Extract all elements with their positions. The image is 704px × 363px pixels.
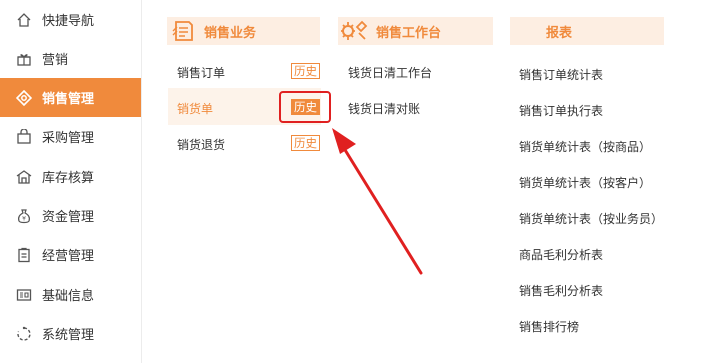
gift-icon — [17, 53, 31, 66]
sidebar-item-marketing[interactable]: 营销 — [0, 39, 141, 78]
sidebar-item-label: 经营管理 — [42, 249, 95, 264]
workbench-icon — [341, 20, 368, 40]
daily-clearing-reconcile-link[interactable]: 钱货日清对账 — [348, 100, 420, 117]
report-sales-order-exec-link[interactable]: 销售订单执行表 — [519, 102, 603, 119]
sales-business-header: 销售业务 — [167, 17, 320, 45]
sidebar-item-purchase-management[interactable]: 采购管理 — [0, 117, 141, 156]
sales-document-icon — [172, 21, 193, 41]
shopping-bag-icon — [17, 128, 31, 144]
sidebar-item-label: 库存核算 — [42, 171, 95, 186]
sidebar-item-inventory[interactable]: 库存核算 — [0, 157, 141, 196]
warehouse-icon — [16, 169, 32, 184]
report-sales-margin-link[interactable]: 销售毛利分析表 — [519, 282, 603, 299]
id-card-icon — [16, 288, 32, 301]
reports-header: 报表 — [510, 17, 664, 45]
sales-return-history-button[interactable]: 历史 — [291, 135, 320, 151]
column-title: 报表 — [546, 25, 573, 41]
sales-order-link[interactable]: 销售订单 — [177, 64, 225, 81]
report-invoice-by-product-link[interactable]: 销货单统计表（按商品） — [519, 138, 651, 155]
sidebar-item-label: 资金管理 — [42, 210, 95, 225]
report-sales-order-stats-link[interactable]: 销售订单统计表 — [519, 66, 603, 83]
sidebar-item-label: 销售管理 — [42, 92, 95, 107]
sidebar-item-label: 基础信息 — [42, 289, 95, 304]
clipboard-icon — [18, 247, 30, 262]
home-icon — [17, 12, 31, 27]
sales-invoice-link[interactable]: 销货单 — [177, 100, 213, 117]
sidebar-item-label: 快捷导航 — [42, 14, 95, 29]
report-invoice-by-salesperson-link[interactable]: 销货单统计表（按业务员） — [519, 210, 663, 227]
sidebar-item-label: 系统管理 — [42, 328, 95, 343]
svg-text:¥: ¥ — [22, 215, 26, 222]
report-sales-ranking-link[interactable]: 销售排行榜 — [519, 318, 579, 335]
annotation-arrow-icon — [332, 128, 423, 275]
column-title: 销售工作台 — [376, 25, 442, 41]
sales-tag-icon — [16, 89, 32, 106]
sales-workbench-header: 销售工作台 — [338, 17, 493, 45]
money-bag-icon: ¥ — [18, 208, 30, 223]
daily-clearing-workbench-link[interactable]: 钱货日清工作台 — [348, 64, 432, 81]
column-title: 销售业务 — [204, 25, 257, 41]
sidebar-item-funds[interactable]: ¥ 资金管理 — [0, 196, 141, 235]
settings-circle-icon — [17, 326, 31, 341]
sidebar-item-sales-management[interactable]: 销售管理 — [0, 78, 141, 117]
sidebar: 快捷导航 营销 销售管理 采购管理 库存核算 ¥ 资金管理 经营管理 基础信息 … — [0, 0, 142, 363]
sales-return-link[interactable]: 销货退货 — [177, 136, 225, 153]
sidebar-item-label: 采购管理 — [42, 131, 95, 146]
sidebar-item-operations[interactable]: 经营管理 — [0, 235, 141, 274]
report-invoice-by-customer-link[interactable]: 销货单统计表（按客户） — [519, 174, 651, 191]
annotation-highlight-box — [279, 91, 331, 123]
sidebar-item-quick-nav[interactable]: 快捷导航 — [0, 0, 141, 39]
sidebar-item-label: 营销 — [42, 53, 69, 68]
sidebar-item-basic-info[interactable]: 基础信息 — [0, 275, 141, 314]
sales-order-history-button[interactable]: 历史 — [291, 63, 320, 79]
report-product-margin-link[interactable]: 商品毛利分析表 — [519, 246, 603, 263]
sidebar-item-system[interactable]: 系统管理 — [0, 314, 141, 353]
